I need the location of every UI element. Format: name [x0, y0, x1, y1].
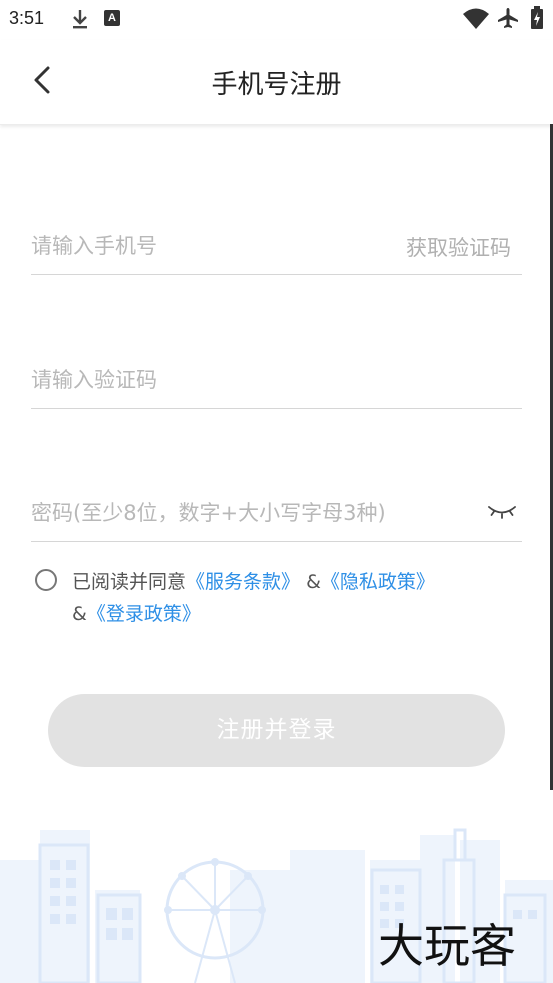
- register-login-button[interactable]: 注册并登录: [48, 694, 505, 767]
- agreement-checkbox[interactable]: [35, 569, 57, 591]
- agreement-prefix: 已阅读并同意: [72, 571, 187, 593]
- login-policy-link[interactable]: 《登录政策》: [87, 603, 201, 625]
- agreement-separator: &: [72, 603, 87, 625]
- password-input[interactable]: [31, 495, 471, 531]
- a-notification-icon: A: [104, 10, 120, 26]
- phone-input[interactable]: [31, 228, 391, 264]
- agreement-separator: &: [306, 571, 321, 593]
- agreement-row: 已阅读并同意《服务条款》 &《隐私政策》 &《登录政策》: [35, 566, 525, 632]
- page-title: 手机号注册: [211, 70, 342, 100]
- app-header: 手机号注册: [0, 40, 553, 125]
- eye-closed-icon[interactable]: [486, 501, 518, 521]
- status-bar: 3:51 A: [0, 0, 553, 40]
- battery-icon: [531, 6, 543, 29]
- code-field-row: [31, 348, 522, 409]
- wifi-icon: [463, 8, 489, 29]
- airplane-icon: [498, 8, 518, 28]
- agreement-text: 已阅读并同意《服务条款》 &《隐私政策》 &《登录政策》: [72, 566, 527, 630]
- watermark-text: 大玩客: [378, 919, 516, 973]
- password-field-row: [31, 481, 522, 542]
- download-icon: [73, 10, 87, 29]
- privacy-policy-link[interactable]: 《隐私政策》: [321, 571, 435, 593]
- phone-field-row: 获取验证码: [31, 214, 522, 275]
- watermark-logo: 大玩客: [378, 919, 516, 973]
- get-code-button[interactable]: 获取验证码: [406, 232, 511, 262]
- status-time: 3:51: [9, 8, 45, 28]
- verification-code-input[interactable]: [31, 362, 391, 398]
- terms-of-service-link[interactable]: 《服务条款》: [186, 571, 300, 593]
